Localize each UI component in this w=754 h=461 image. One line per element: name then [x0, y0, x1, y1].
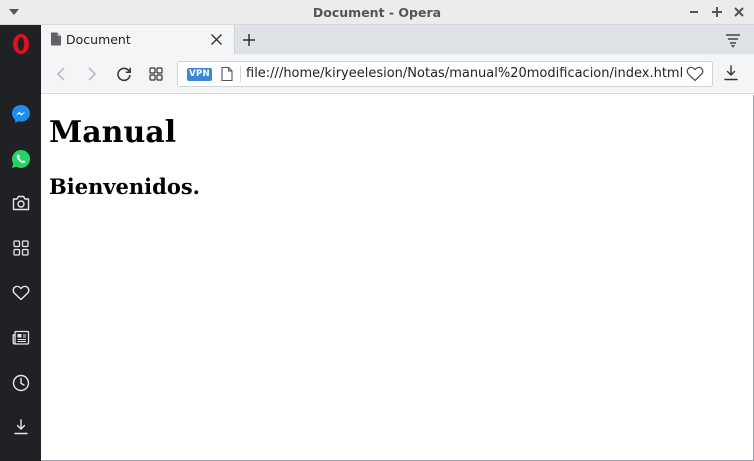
new-tab-icon[interactable] [241, 32, 257, 48]
address-bar[interactable]: VPN file:///home/kiryeelesion/Notas/manu… [177, 61, 713, 87]
whatsapp-icon[interactable] [0, 144, 41, 174]
history-icon[interactable] [0, 368, 41, 398]
camera-icon[interactable] [0, 188, 41, 218]
close-tab-icon[interactable] [210, 33, 223, 46]
tab-strip: Document [41, 25, 754, 54]
window-title: Document - Opera [312, 5, 442, 20]
news-icon[interactable] [0, 323, 41, 353]
navigation-bar: VPN file:///home/kiryeelesion/Notas/manu… [41, 54, 754, 94]
back-icon[interactable] [53, 66, 69, 82]
messenger-icon[interactable] [0, 99, 41, 129]
tab-document[interactable]: Document [41, 25, 235, 54]
opera-logo-icon[interactable] [0, 29, 41, 59]
vpn-badge[interactable]: VPN [187, 68, 212, 81]
reload-icon[interactable] [116, 66, 132, 82]
speed-dial-icon[interactable] [0, 233, 41, 263]
downloads-icon[interactable] [723, 65, 739, 81]
address-separator [240, 66, 241, 82]
page-info-icon[interactable] [221, 67, 233, 81]
close-window-icon[interactable] [731, 4, 747, 20]
tab-menu-icon[interactable] [725, 32, 741, 48]
sidebar [0, 25, 41, 461]
forward-icon[interactable] [84, 66, 100, 82]
bookmark-heart-icon[interactable] [686, 66, 704, 82]
tab-overview-icon[interactable] [148, 66, 164, 82]
page-subheading: Bienvenidos. [49, 174, 200, 199]
window-titlebar: Document - Opera [0, 0, 754, 25]
url-text[interactable]: file:///home/kiryeelesion/Notas/manual%2… [246, 62, 683, 86]
maximize-icon[interactable] [709, 4, 725, 20]
page-content: Manual Bienvenidos. [41, 95, 754, 461]
tab-label: Document [66, 32, 131, 47]
minimize-icon[interactable] [686, 4, 702, 20]
heart-icon[interactable] [0, 278, 41, 308]
download-icon[interactable] [0, 412, 41, 442]
page-heading: Manual [49, 115, 177, 150]
document-icon [50, 32, 62, 46]
